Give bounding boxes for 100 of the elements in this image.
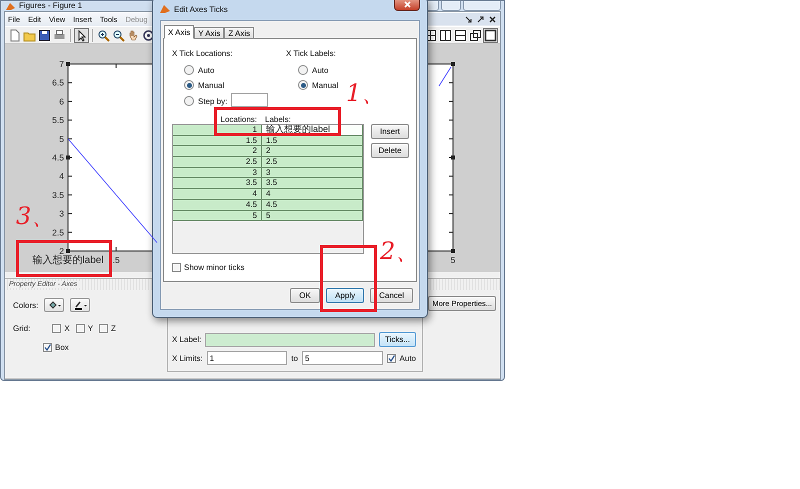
input-field[interactable]: 1 [206,351,288,365]
app-icon [160,4,170,14]
dialog-button[interactable]: OK [290,288,320,303]
new-file-icon[interactable] [8,28,21,42]
undock-icon[interactable] [465,16,472,22]
radio-button[interactable] [298,80,308,90]
dialog-button[interactable]: Apply [326,288,364,303]
radio-label: Manual [312,80,338,90]
edge-color-button[interactable] [70,298,90,312]
print-icon[interactable] [53,28,66,42]
checkbox-label: Z [111,324,116,333]
table-cell[interactable]: 3.5 [262,178,363,188]
tab[interactable]: Z Axis [224,27,254,39]
checkbox[interactable] [172,263,181,272]
tab[interactable]: X Axis [164,25,194,39]
radio-button[interactable] [184,96,194,106]
plot-line [68,138,117,196]
close-icon[interactable] [489,16,496,22]
tick-label: 7 [59,59,64,69]
tick-label: .5 [112,255,120,265]
tick-label: 输入想要的label [32,255,104,266]
tick-label: 2 [59,246,64,256]
single-layout-icon[interactable] [484,28,497,42]
face-color-button[interactable] [44,298,64,312]
column-header: Locations: [220,115,258,124]
table-cell[interactable]: 2 [262,146,363,156]
hand-icon[interactable] [127,28,140,42]
group-heading: X Tick Labels: [286,49,337,58]
zoom-out-icon[interactable] [112,28,125,42]
columns-layout-icon[interactable] [439,28,452,42]
dialog-title: Edit Axes Ticks [174,4,228,14]
grid-label: Grid: [13,324,30,333]
x-label-field[interactable] [205,332,375,346]
pen-icon [74,300,87,310]
table-cell[interactable]: 5 [262,210,363,220]
tick-label: 3 [59,208,64,219]
radio-button[interactable] [184,65,194,75]
table-cell[interactable]: 3 [262,168,363,178]
arrow-icon[interactable] [477,16,484,22]
close-button[interactable] [394,0,420,11]
column-header: Labels: [264,115,292,124]
table-cell[interactable]: 1.5 [173,136,262,146]
tab[interactable]: Y Axis [194,27,224,39]
close-icon [404,0,410,8]
table-cell[interactable]: 4 [262,189,363,199]
step-field[interactable] [231,93,268,107]
checkbox[interactable] [386,354,396,362]
input-field[interactable]: 5 [302,351,383,365]
table-cell[interactable]: 5 [173,210,262,220]
annotation-number: 3、 [16,203,56,229]
table-cell[interactable]: 1.5 [262,136,363,146]
radio-label: Auto [198,66,214,74]
radio-label: Step by: [198,96,228,106]
tick-label: 5 [59,134,64,144]
tick-label: 4.5 [52,152,64,162]
rotate-icon[interactable] [142,28,155,42]
radio-label: Auto [312,66,328,74]
tick-label: 6.5 [52,78,64,88]
annotation-number: 2、 [380,238,420,264]
save-icon[interactable] [38,28,51,42]
window-title: Figures - Figure 1 [19,1,82,11]
radio-button[interactable] [298,65,308,75]
tick-label: 3.5 [52,190,64,200]
to-label: to [291,354,298,362]
tick-label: 5 [450,255,456,265]
table-cell[interactable]: 3 [173,168,262,178]
checkbox-label: Box [55,343,69,352]
table-cell[interactable]: 4.5 [262,200,363,210]
table-cell[interactable]: 3.5 [173,178,262,188]
checkbox-label: Show minor ticks [184,263,244,272]
checkbox-label: X [64,324,70,333]
table-cell[interactable]: 2.5 [262,157,363,167]
float-window-icon[interactable] [469,28,482,42]
checkbox-label: Auto [400,354,416,362]
insert-button[interactable]: Insert [371,124,409,139]
paint-bucket-icon [48,300,61,310]
checkbox-label: Y [88,324,94,333]
checkbox[interactable] [52,324,62,333]
dialog-button[interactable]: Cancel [370,288,413,303]
pointer-icon[interactable] [75,28,88,42]
table-cell[interactable]: 2.5 [173,157,262,167]
group-heading: X Tick Locations: [172,49,234,58]
table-cell[interactable]: 4.5 [173,200,262,210]
radio-button[interactable] [184,80,194,90]
zoom-in-icon[interactable] [97,28,110,42]
field-label: X Limits: [172,354,203,362]
table-cell[interactable]: 2 [173,146,262,156]
annotation-number: 1、 [346,80,386,106]
highlight-box [320,245,377,312]
rows-layout-icon[interactable] [454,28,467,42]
tick-label: 6 [59,96,64,106]
radio-label: Manual [198,80,224,90]
ticks-button[interactable]: Ticks... [378,332,416,347]
tick-label: 4 [59,171,64,182]
checkbox[interactable] [43,343,52,352]
table-cell[interactable]: 4 [173,189,262,199]
checkbox[interactable] [99,324,108,333]
checkbox[interactable] [76,324,85,333]
tick-label: 2.5 [52,227,64,238]
delete-button[interactable]: Delete [371,143,409,158]
